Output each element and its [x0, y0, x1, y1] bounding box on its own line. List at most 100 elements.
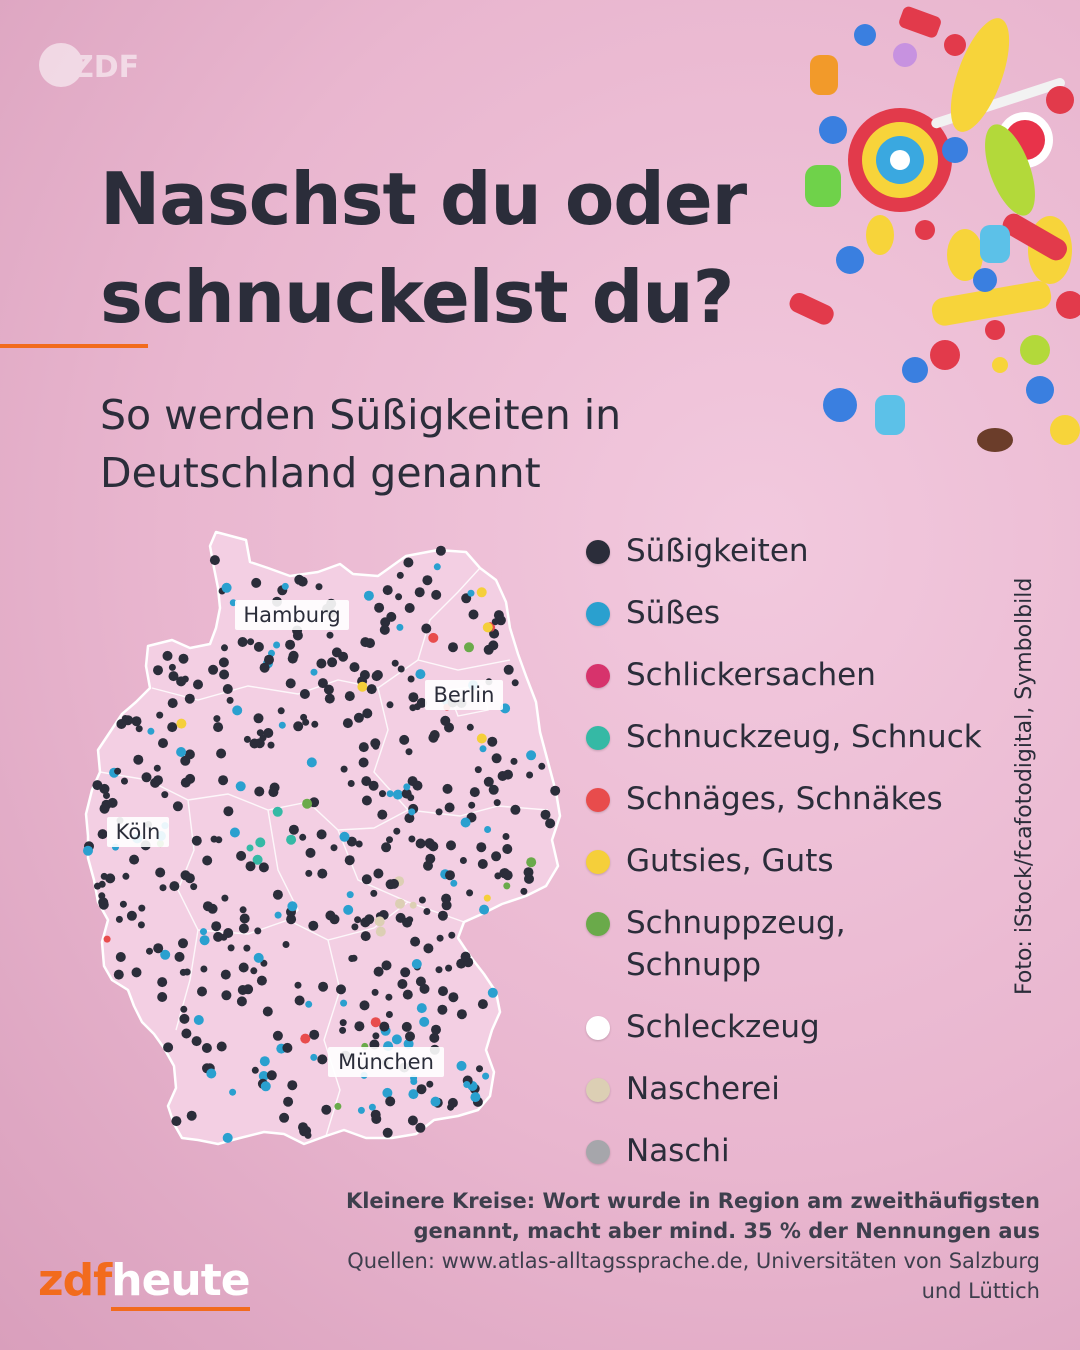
legend-dot: [586, 850, 610, 874]
map-dot: [153, 764, 161, 772]
map-dot: [476, 587, 487, 598]
map-dot: [141, 772, 152, 783]
map-dot: [263, 728, 274, 738]
map-dot: [223, 806, 234, 817]
map-dot: [448, 642, 458, 653]
map-dot: [267, 741, 275, 749]
legend-label: Schnuppzeug, Schnupp: [626, 905, 846, 983]
map-dot: [272, 806, 283, 817]
legend-label: Süßes: [626, 595, 721, 631]
map-dot: [491, 851, 502, 862]
map-dot: [256, 975, 267, 986]
map-dot: [236, 850, 247, 861]
map-dot: [422, 575, 433, 586]
map-dot: [287, 901, 298, 912]
map-dot: [466, 723, 474, 731]
map-dot: [131, 716, 142, 727]
map-dot: [99, 803, 110, 814]
map-dot: [153, 665, 163, 676]
map-dot: [316, 658, 327, 669]
map-dot: [317, 1054, 328, 1065]
zdf-logo-text: ZDF: [72, 50, 139, 85]
map-dot: [146, 947, 153, 955]
legend-item: Naschi: [586, 1130, 1026, 1172]
city-label-koeln: Köln: [107, 817, 169, 847]
map-dot: [493, 799, 501, 807]
map-dot: [268, 787, 279, 798]
legend-dot: [586, 1078, 610, 1102]
legend-dot: [586, 1016, 610, 1040]
map-dot: [255, 837, 266, 848]
map-dot: [446, 840, 456, 851]
map-dot: [266, 1070, 277, 1081]
map-dot: [370, 1109, 381, 1120]
map-dot: [373, 868, 384, 879]
map-dot: [419, 1016, 430, 1027]
map-dot: [445, 870, 455, 881]
map-dot: [344, 691, 355, 702]
map-dot: [435, 545, 446, 556]
map-dot: [315, 583, 323, 591]
map-dot: [169, 881, 180, 892]
map-dot: [221, 644, 228, 652]
map-dot: [218, 657, 229, 668]
map-dot: [129, 854, 140, 865]
map-dot: [323, 684, 334, 695]
map-dot: [467, 589, 475, 597]
map-dot: [116, 719, 127, 729]
map-dot: [220, 969, 231, 980]
map-dot: [98, 899, 109, 910]
map-dot: [327, 657, 338, 668]
map-dot: [526, 771, 534, 779]
title-divider: [0, 344, 148, 348]
map-dot: [460, 951, 471, 962]
map-dot: [437, 1004, 448, 1015]
map-dot: [153, 943, 164, 954]
map-dot: [221, 582, 232, 593]
legend-item: Gutsies, Guts: [586, 840, 1026, 882]
legend-label: Schnäges, Schnäkes: [626, 781, 943, 817]
map-dot: [405, 1031, 415, 1042]
map-dot: [349, 662, 360, 673]
map-dot: [251, 1066, 259, 1074]
map-dot: [448, 992, 459, 1003]
map-dot: [346, 891, 354, 899]
map-dot: [213, 722, 224, 733]
legend-item: Schnuppzeug, Schnupp: [586, 902, 1026, 986]
map-dot: [206, 1068, 217, 1079]
city-label-muenchen: München: [328, 1047, 444, 1077]
map-dot: [215, 836, 223, 844]
map-dot: [379, 624, 390, 635]
map-dot: [287, 1080, 298, 1091]
map-dot: [305, 1000, 313, 1008]
map-dot: [238, 962, 249, 973]
map-dot: [366, 684, 377, 695]
map-dot: [326, 631, 334, 639]
map-dot: [239, 913, 250, 924]
map-dot: [302, 718, 310, 726]
map-dot: [503, 882, 511, 890]
map-dot: [370, 1017, 381, 1028]
legend-dot: [586, 788, 610, 812]
city-label-hamburg: Hamburg: [235, 600, 349, 630]
map-dot: [216, 1041, 227, 1052]
map-dot: [297, 576, 308, 587]
map-dot: [334, 1102, 342, 1110]
map-dot: [447, 1097, 458, 1108]
map-dot: [396, 571, 404, 579]
map-dot: [364, 914, 375, 925]
map-dot: [397, 665, 405, 673]
map-dot: [503, 664, 514, 675]
map-dot: [162, 650, 173, 661]
legend-dot: [586, 1140, 610, 1164]
map-dot: [200, 928, 207, 936]
candy-pile: [789, 6, 1080, 452]
map-dot: [437, 910, 448, 921]
map-dot: [510, 804, 521, 815]
map-dot: [131, 967, 142, 978]
map-dot: [381, 842, 392, 853]
map-dot: [415, 1122, 426, 1133]
candy-photo: [789, 6, 1080, 452]
map-dot: [411, 959, 422, 969]
map-dot: [293, 721, 304, 732]
